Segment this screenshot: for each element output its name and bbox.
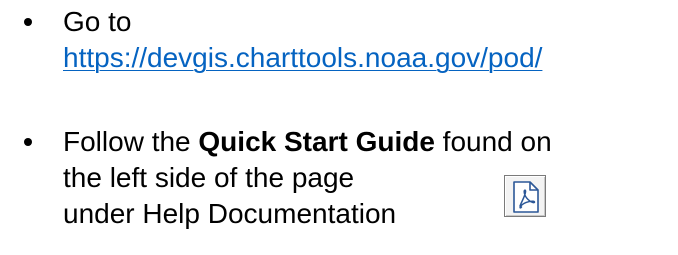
- pdf-document-button[interactable]: [504, 175, 546, 217]
- pod-url-link[interactable]: https://devgis.charttools.noaa.gov/pod/: [63, 42, 542, 73]
- bullet-text: Go to https://devgis.charttools.noaa.gov…: [63, 4, 673, 76]
- pdf-file-icon: [513, 181, 539, 213]
- instruction-prefix: Follow the: [63, 126, 199, 157]
- bullet-dot: [24, 138, 32, 146]
- instruction-line-1: Follow the Quick Start Guide found on: [63, 124, 673, 160]
- bullet-list: Go to https://devgis.charttools.noaa.gov…: [0, 0, 678, 255]
- quick-start-guide-label: Quick Start Guide: [198, 126, 435, 157]
- instruction-line-2: the left side of the page: [63, 162, 355, 193]
- instruction-line-3: under Help Documentation: [63, 198, 397, 229]
- go-to-label: Go to: [63, 6, 132, 37]
- instruction-suffix: found on: [434, 126, 552, 157]
- bullet-text: Follow the Quick Start Guide found on th…: [63, 124, 673, 232]
- bullet-dot: [24, 18, 32, 26]
